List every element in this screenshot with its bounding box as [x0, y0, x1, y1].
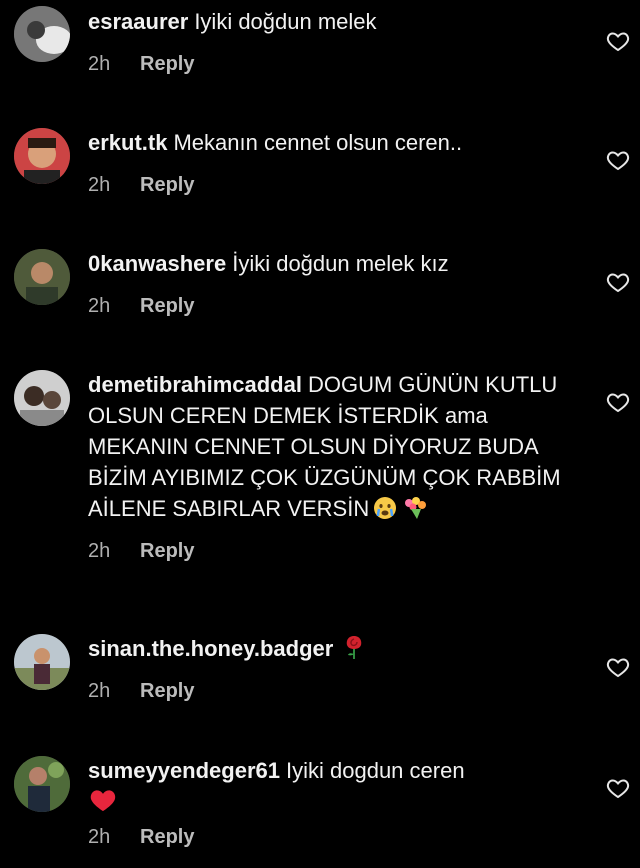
- comment-username[interactable]: esraaurer: [88, 9, 188, 34]
- comment-text: Iyiki dogdun ceren: [286, 758, 465, 783]
- crying-face-icon: [373, 496, 397, 520]
- comment-time: 2h: [88, 53, 111, 75]
- reply-button[interactable]: Reply: [140, 174, 194, 196]
- avatar[interactable]: [14, 370, 70, 426]
- comment-time: 2h: [88, 826, 111, 848]
- comment-time: 2h: [88, 680, 111, 702]
- like-heart-icon[interactable]: [606, 148, 630, 172]
- reply-button[interactable]: Reply: [140, 53, 194, 75]
- comment-text: Iyiki doğdun melek: [194, 9, 377, 34]
- comment-text: Mekanın cennet olsun ceren..: [173, 130, 463, 155]
- avatar[interactable]: [14, 249, 70, 305]
- avatar[interactable]: [14, 6, 70, 62]
- avatar[interactable]: [14, 128, 70, 184]
- comment-text: İyiki doğdun melek kız: [232, 251, 449, 276]
- comment-time: 2h: [88, 540, 111, 562]
- reply-button[interactable]: Reply: [140, 826, 194, 848]
- comment-time: 2h: [88, 295, 111, 317]
- reply-button[interactable]: Reply: [140, 680, 194, 702]
- reply-button[interactable]: Reply: [140, 295, 194, 317]
- rose-icon: [343, 634, 365, 660]
- comment-time: 2h: [88, 174, 111, 196]
- comment-username[interactable]: sinan.the.honey.badger: [88, 636, 333, 661]
- reply-button[interactable]: Reply: [140, 540, 194, 562]
- avatar[interactable]: [14, 756, 70, 812]
- red-heart-icon: [88, 786, 118, 814]
- like-heart-icon[interactable]: [606, 29, 630, 53]
- comment-username[interactable]: sumeyyendeger61: [88, 758, 280, 783]
- bouquet-icon: [401, 496, 429, 520]
- like-heart-icon[interactable]: [606, 390, 630, 414]
- like-heart-icon[interactable]: [606, 776, 630, 800]
- like-heart-icon[interactable]: [606, 655, 630, 679]
- like-heart-icon[interactable]: [606, 270, 630, 294]
- avatar[interactable]: [14, 634, 70, 690]
- comment-username[interactable]: erkut.tk: [88, 130, 167, 155]
- comment-username[interactable]: 0kanwashere: [88, 251, 226, 276]
- comment-username[interactable]: demetibrahimcaddal: [88, 372, 302, 397]
